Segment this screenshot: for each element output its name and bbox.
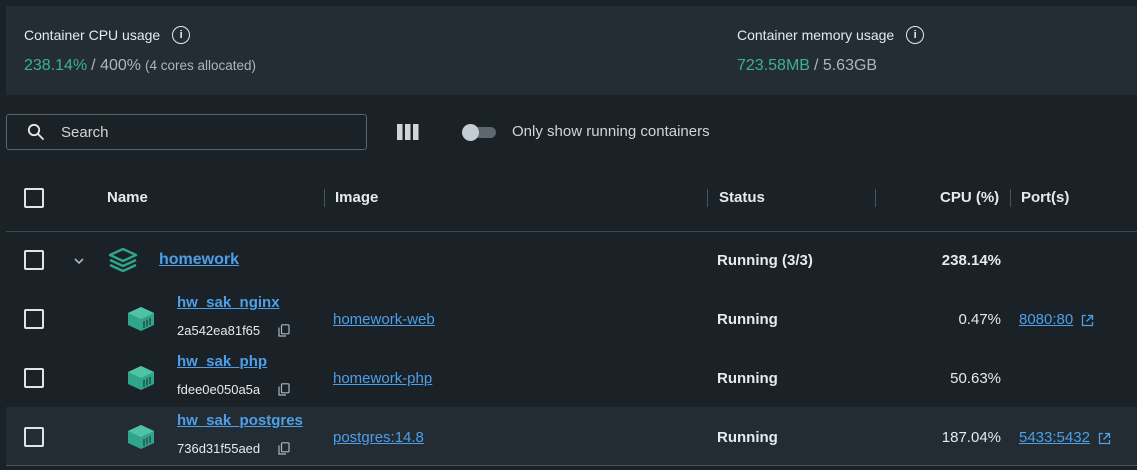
select-all-checkbox[interactable] [24,188,44,208]
container-name-link[interactable]: hw_sak_postgres [177,412,303,429]
memory-usage-label: Container memory usage [737,27,895,43]
running-only-toggle-label: Only show running containers [512,123,710,140]
row-checkbox[interactable] [24,250,44,270]
copy-icon[interactable] [278,442,290,455]
container-name-link[interactable]: hw_sak_nginx [177,294,280,311]
cpu-usage-stat: Container CPU usage i 238.14% / 400% (4 … [24,26,256,75]
group-name-link[interactable]: homework [159,251,239,269]
container-icon [128,366,154,390]
memory-usage-value: 723.58MB [737,57,810,74]
memory-usage-stat: Container memory usage i 723.58MB / 5.63… [737,26,925,75]
cpu-usage-value: 238.14% [24,57,88,74]
copy-icon[interactable] [278,324,290,337]
column-header-status[interactable]: Status [719,189,765,206]
cpu-usage-total: / 400% [91,57,141,74]
chevron-down-icon[interactable] [73,257,85,265]
image-link[interactable]: homework-php [333,370,432,387]
external-link-icon[interactable] [1081,314,1094,327]
search-box[interactable] [6,114,367,150]
container-status: Running [717,370,778,387]
container-status: Running [717,429,778,446]
stack-icon [108,247,138,273]
port-link[interactable]: 8080:80 [1019,311,1094,328]
column-header-cpu[interactable]: CPU (%) [940,189,999,206]
search-icon [27,123,44,140]
container-cpu: 0.47% [958,311,1001,328]
column-header-image[interactable]: Image [335,189,378,206]
container-id: 2a542ea81f65 [177,323,261,338]
port-link[interactable]: 5433:5432 [1019,429,1111,446]
cpu-usage-label: Container CPU usage [24,27,161,43]
info-icon[interactable]: i [906,26,925,44]
container-id: 736d31f55aed [177,441,261,456]
container-icon [128,307,154,331]
stats-panel: Container CPU usage i 238.14% / 400% (4 … [6,6,1137,95]
row-checkbox[interactable] [24,309,44,329]
image-link[interactable]: homework-web [333,311,435,328]
column-header-name[interactable]: Name [107,189,148,206]
copy-icon[interactable] [278,383,290,396]
container-name-link[interactable]: hw_sak_php [177,353,267,370]
container-icon [128,425,154,449]
container-status: Running [717,311,778,328]
external-link-icon[interactable] [1098,432,1111,445]
cpu-cores-note: (4 cores allocated) [144,58,257,73]
container-cpu: 187.04% [941,429,1001,446]
container-cpu: 50.63% [950,370,1001,387]
group-status: Running (3/3) [717,252,813,269]
memory-usage-total: / 5.63GB [813,57,878,74]
running-only-toggle[interactable] [462,124,496,141]
image-link[interactable]: postgres:14.8 [333,429,424,446]
row-checkbox[interactable] [24,368,44,388]
group-cpu: 238.14% [941,252,1001,269]
columns-icon[interactable] [397,124,419,140]
column-header-ports[interactable]: Port(s) [1021,189,1069,206]
row-checkbox[interactable] [24,427,44,447]
container-id: fdee0e050a5a [177,382,261,397]
info-icon[interactable]: i [172,26,191,44]
search-input[interactable] [61,123,341,141]
